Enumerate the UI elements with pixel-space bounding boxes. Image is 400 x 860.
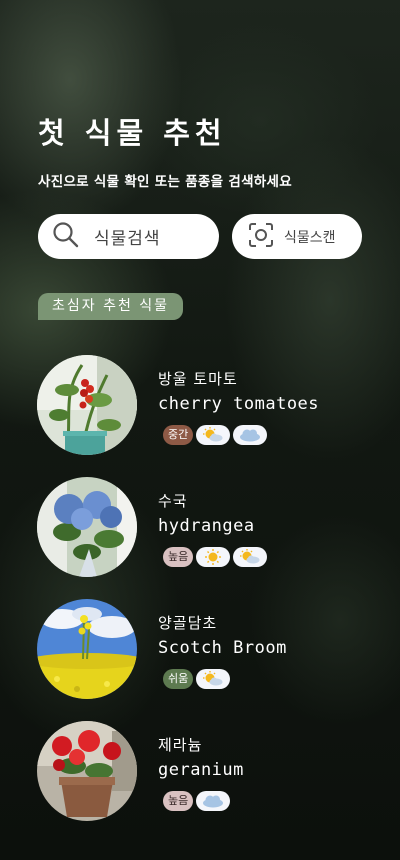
section-tag-beginner: 초심자 추천 식물 <box>38 293 184 320</box>
partly-sunny-icon <box>196 425 231 445</box>
plant-item-geranium[interactable]: 제라늄 geranium 높음 <box>37 721 367 821</box>
plant-item-cherry-tomatoes[interactable]: 방울 토마토 cherry tomatoes 중간 <box>37 355 367 455</box>
plant-item-hydrangea[interactable]: 수국 hydrangea 높음 <box>37 477 367 577</box>
scan-label: 식물스캔 <box>284 229 336 246</box>
plant-name-korean: 양골담초 <box>158 614 218 632</box>
search-label: 식물검색 <box>94 229 161 249</box>
search-icon <box>52 221 80 253</box>
plant-tags: 높음 <box>163 547 268 567</box>
plant-name-korean: 방울 토마토 <box>158 370 238 388</box>
plant-tags: 높음 <box>163 791 231 811</box>
plant-name-korean: 수국 <box>158 492 188 510</box>
page-title: 첫 식물 추천 <box>38 116 227 150</box>
difficulty-badge: 중간 <box>163 425 194 445</box>
partly-sunny-icon <box>233 547 268 567</box>
difficulty-badge: 높음 <box>163 547 194 567</box>
app-screen: 첫 식물 추천 사진으로 식물 확인 또는 품종을 검색하세요 식물검색 식물스… <box>0 0 400 860</box>
partly-sunny-icon <box>196 669 231 689</box>
plant-name-english: geranium <box>158 760 244 780</box>
plant-photo <box>37 721 137 821</box>
plant-name-english: Scotch Broom <box>158 638 287 658</box>
sun-icon <box>196 547 231 567</box>
plant-photo <box>37 599 137 699</box>
cloud-icon <box>196 791 231 811</box>
page-subtitle: 사진으로 식물 확인 또는 품종을 검색하세요 <box>38 174 292 190</box>
plant-tags: 중간 <box>163 425 268 445</box>
difficulty-badge: 쉬움 <box>163 669 194 689</box>
plant-item-scotch-broom[interactable]: 양골담초 Scotch Broom 쉬움 <box>37 599 367 699</box>
scan-icon <box>248 222 274 252</box>
plant-name-korean: 제라늄 <box>158 736 203 754</box>
cloud-icon <box>233 425 268 445</box>
plant-tags: 쉬움 <box>163 669 231 689</box>
plant-name-english: hydrangea <box>158 516 255 536</box>
difficulty-badge: 높음 <box>163 791 194 811</box>
plant-name-english: cherry tomatoes <box>158 394 320 414</box>
scan-button[interactable]: 식물스캔 <box>232 214 362 259</box>
plant-photo <box>37 355 137 455</box>
plant-photo <box>37 477 137 577</box>
search-button[interactable]: 식물검색 <box>38 214 219 259</box>
